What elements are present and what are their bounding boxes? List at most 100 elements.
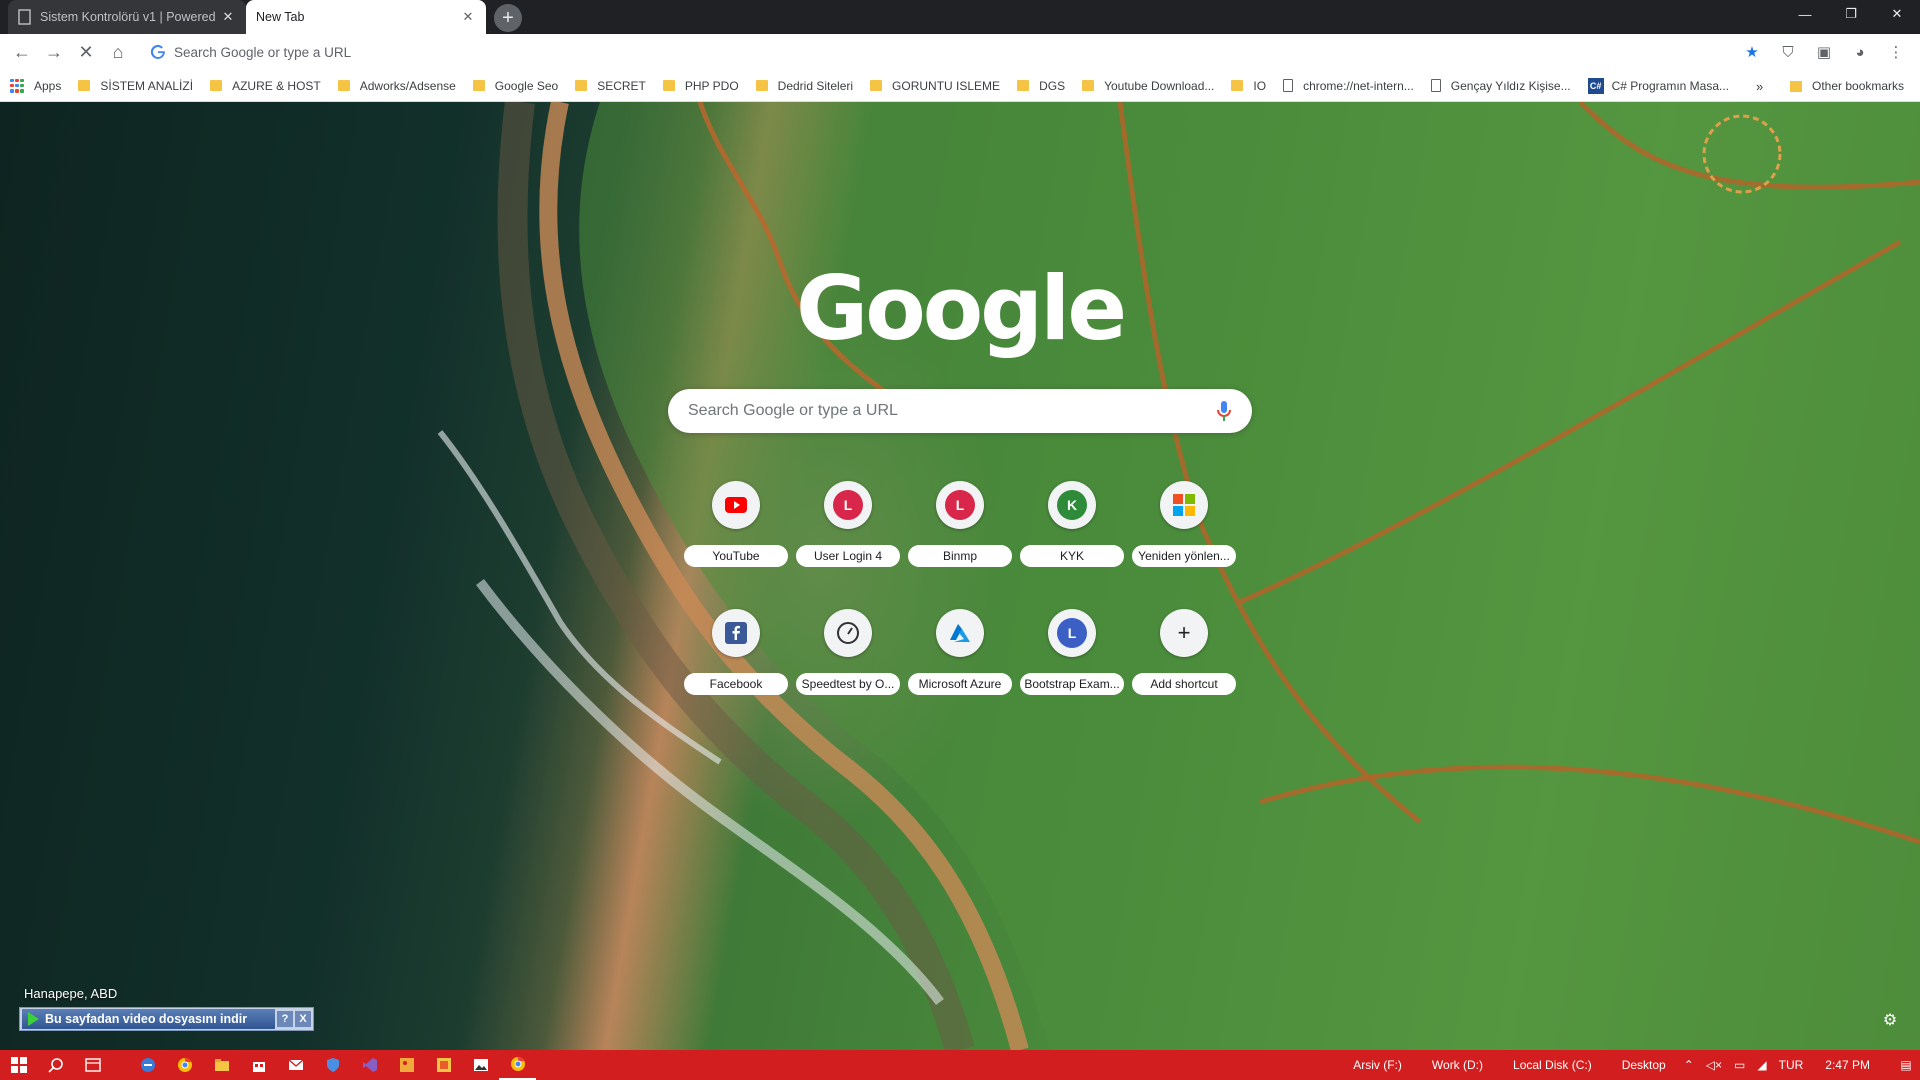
folder-icon [472, 80, 485, 91]
shortcut-label: Speedtest by O... [796, 673, 900, 695]
restore-icon[interactable]: ❐ [1828, 0, 1874, 28]
shortcut-kyk[interactable]: K KYK [1016, 476, 1128, 588]
help-icon[interactable]: ? [277, 1011, 293, 1027]
toolbar-drive-c[interactable]: Local Disk (C:) [1513, 1058, 1592, 1072]
letter-avatar-icon: L [833, 490, 863, 520]
shortcut-microsoft-azure[interactable]: Microsoft Azure [904, 604, 1016, 716]
google-g-icon [150, 44, 165, 59]
omnibox[interactable]: Search Google or type a URL [144, 38, 1744, 66]
start-button[interactable] [0, 1050, 37, 1080]
bookmark-folder[interactable]: DGS [1017, 79, 1065, 93]
tab-title: New Tab [256, 10, 305, 24]
battery-icon[interactable]: ▭ [1734, 1058, 1745, 1072]
volume-icon[interactable]: ◁× [1706, 1058, 1722, 1072]
bookmarks-overflow-button[interactable]: » [1756, 70, 1763, 102]
video-download-bar: Bu sayfadan video dosyasını indir ? X [19, 1007, 314, 1031]
back-arrow-icon[interactable]: ← [6, 36, 38, 68]
letter-avatar-icon: K [1057, 490, 1087, 520]
file-explorer-icon[interactable] [203, 1050, 240, 1080]
bookmark-label: PHP PDO [684, 78, 739, 93]
shortcut-label: User Login 4 [796, 545, 900, 567]
home-icon[interactable]: ⌂ [102, 36, 134, 68]
bookmark-folder[interactable]: GORUNTU ISLEME [870, 79, 1000, 93]
close-window-icon[interactable]: ✕ [1874, 0, 1920, 28]
bookmark-folder[interactable]: Youtube Download... [1082, 79, 1214, 93]
forward-arrow-icon[interactable]: → [38, 36, 70, 68]
visual-studio-icon[interactable] [351, 1050, 388, 1080]
video-download-label: Bu sayfadan video dosyasını indir [45, 1012, 248, 1026]
chevron-up-icon[interactable]: ⌃ [1684, 1058, 1694, 1072]
folder-icon [1790, 80, 1802, 92]
folder-icon [870, 80, 883, 91]
tab-new-tab[interactable]: New Tab ✕ [246, 0, 486, 34]
background-location[interactable]: Hanapepe, ABD [24, 986, 117, 1001]
stop-loading-icon[interactable]: ✕ [70, 36, 102, 68]
folder-icon [1231, 80, 1244, 91]
shield-extension-icon[interactable]: ⛉ [1770, 34, 1806, 70]
menu-dots-icon[interactable]: ⋮ [1878, 34, 1914, 70]
shortcut-speedtest[interactable]: Speedtest by O... [792, 604, 904, 716]
search-icon[interactable] [37, 1050, 74, 1080]
close-icon[interactable]: ✕ [460, 9, 476, 25]
bookmark-folder[interactable]: SECRET [575, 79, 646, 93]
video-download-button[interactable]: Bu sayfadan video dosyasını indir [22, 1009, 275, 1029]
bookmark-folder[interactable]: Dedrid Siteleri [755, 78, 854, 93]
toolbar-drive-d[interactable]: Work (D:) [1432, 1058, 1483, 1072]
customize-gear-icon[interactable]: ⚙ [1880, 1010, 1900, 1030]
bookmark-apps[interactable]: Apps [10, 78, 62, 93]
profile-avatar-icon[interactable]: ◕ [1842, 34, 1878, 70]
csharp-icon: C# [1587, 77, 1604, 94]
other-bookmarks[interactable]: Other bookmarks [1790, 70, 1904, 102]
shortcut-icon-wrap: L [1048, 609, 1096, 657]
toolbar-desktop[interactable]: Desktop [1622, 1058, 1666, 1072]
microphone-icon[interactable] [1216, 400, 1232, 422]
app-icon[interactable] [425, 1050, 462, 1080]
network-icon[interactable]: ◢ [1757, 1058, 1766, 1072]
folder-icon [1017, 80, 1030, 91]
bookmark-page[interactable]: chrome://net-intern... [1283, 79, 1414, 93]
bookmark-page[interactable]: C# C# Programın Masa... [1587, 77, 1729, 94]
extension-icon[interactable]: ▣ [1806, 34, 1842, 70]
close-icon[interactable]: ✕ [220, 9, 236, 25]
bookmark-folder[interactable]: IO [1231, 79, 1266, 93]
minimize-icon[interactable]: — [1782, 0, 1828, 28]
bookmark-page[interactable]: Gençay Yıldız Kişise... [1430, 79, 1571, 93]
shortcut-yeniden-yonlen[interactable]: Yeniden yönlen... [1128, 476, 1240, 588]
chrome-active-icon[interactable] [499, 1050, 536, 1080]
shortcut-icon-wrap [824, 609, 872, 657]
new-tab-button[interactable]: + [494, 4, 522, 32]
shortcut-label: Bootstrap Exam... [1020, 673, 1124, 695]
tab-sistem-kontrolor[interactable]: Sistem Kontrolörü v1 | Powered ✕ [8, 0, 246, 34]
bookmark-folder[interactable]: PHP PDO [662, 78, 739, 93]
shortcut-binmp[interactable]: L Binmp [904, 476, 1016, 588]
shortcut-user-login[interactable]: L User Login 4 [792, 476, 904, 588]
bookmark-label: Apps [34, 78, 62, 93]
chrome-icon[interactable] [166, 1050, 203, 1080]
photos-icon[interactable] [462, 1050, 499, 1080]
play-icon [28, 1012, 39, 1026]
bookmark-folder[interactable]: AZURE & HOST [210, 79, 321, 93]
bookmark-folder[interactable]: Adworks/Adsense [337, 79, 456, 93]
clock[interactable]: 2:47 PM [1825, 1058, 1870, 1072]
defender-icon[interactable] [314, 1050, 351, 1080]
ntp-search-box[interactable]: Search Google or type a URL [668, 389, 1252, 433]
edge-browser-icon[interactable] [129, 1050, 166, 1080]
bookmark-folder[interactable]: SİSTEM ANALİZİ [78, 79, 193, 93]
paint-icon[interactable] [388, 1050, 425, 1080]
bookmark-folder[interactable]: Google Seo [472, 79, 558, 93]
task-view-icon[interactable] [74, 1050, 111, 1080]
store-icon[interactable] [240, 1050, 277, 1080]
close-icon[interactable]: X [295, 1011, 311, 1027]
shortcut-add[interactable]: + Add shortcut [1128, 604, 1240, 716]
shortcut-label: KYK [1020, 545, 1124, 567]
shortcut-bootstrap[interactable]: L Bootstrap Exam... [1016, 604, 1128, 716]
notification-icon[interactable]: ▤ [1892, 1050, 1920, 1080]
folder-icon [78, 80, 91, 91]
shortcut-facebook[interactable]: Facebook [680, 604, 792, 716]
bookmark-star-icon[interactable]: ★ [1734, 34, 1770, 70]
language-indicator[interactable]: TUR [1779, 1058, 1804, 1072]
mail-icon[interactable] [277, 1050, 314, 1080]
bookmark-label: Dedrid Siteleri [777, 78, 854, 93]
toolbar-drive-f[interactable]: Arsiv (F:) [1353, 1058, 1402, 1072]
shortcut-youtube[interactable]: YouTube [680, 476, 792, 588]
